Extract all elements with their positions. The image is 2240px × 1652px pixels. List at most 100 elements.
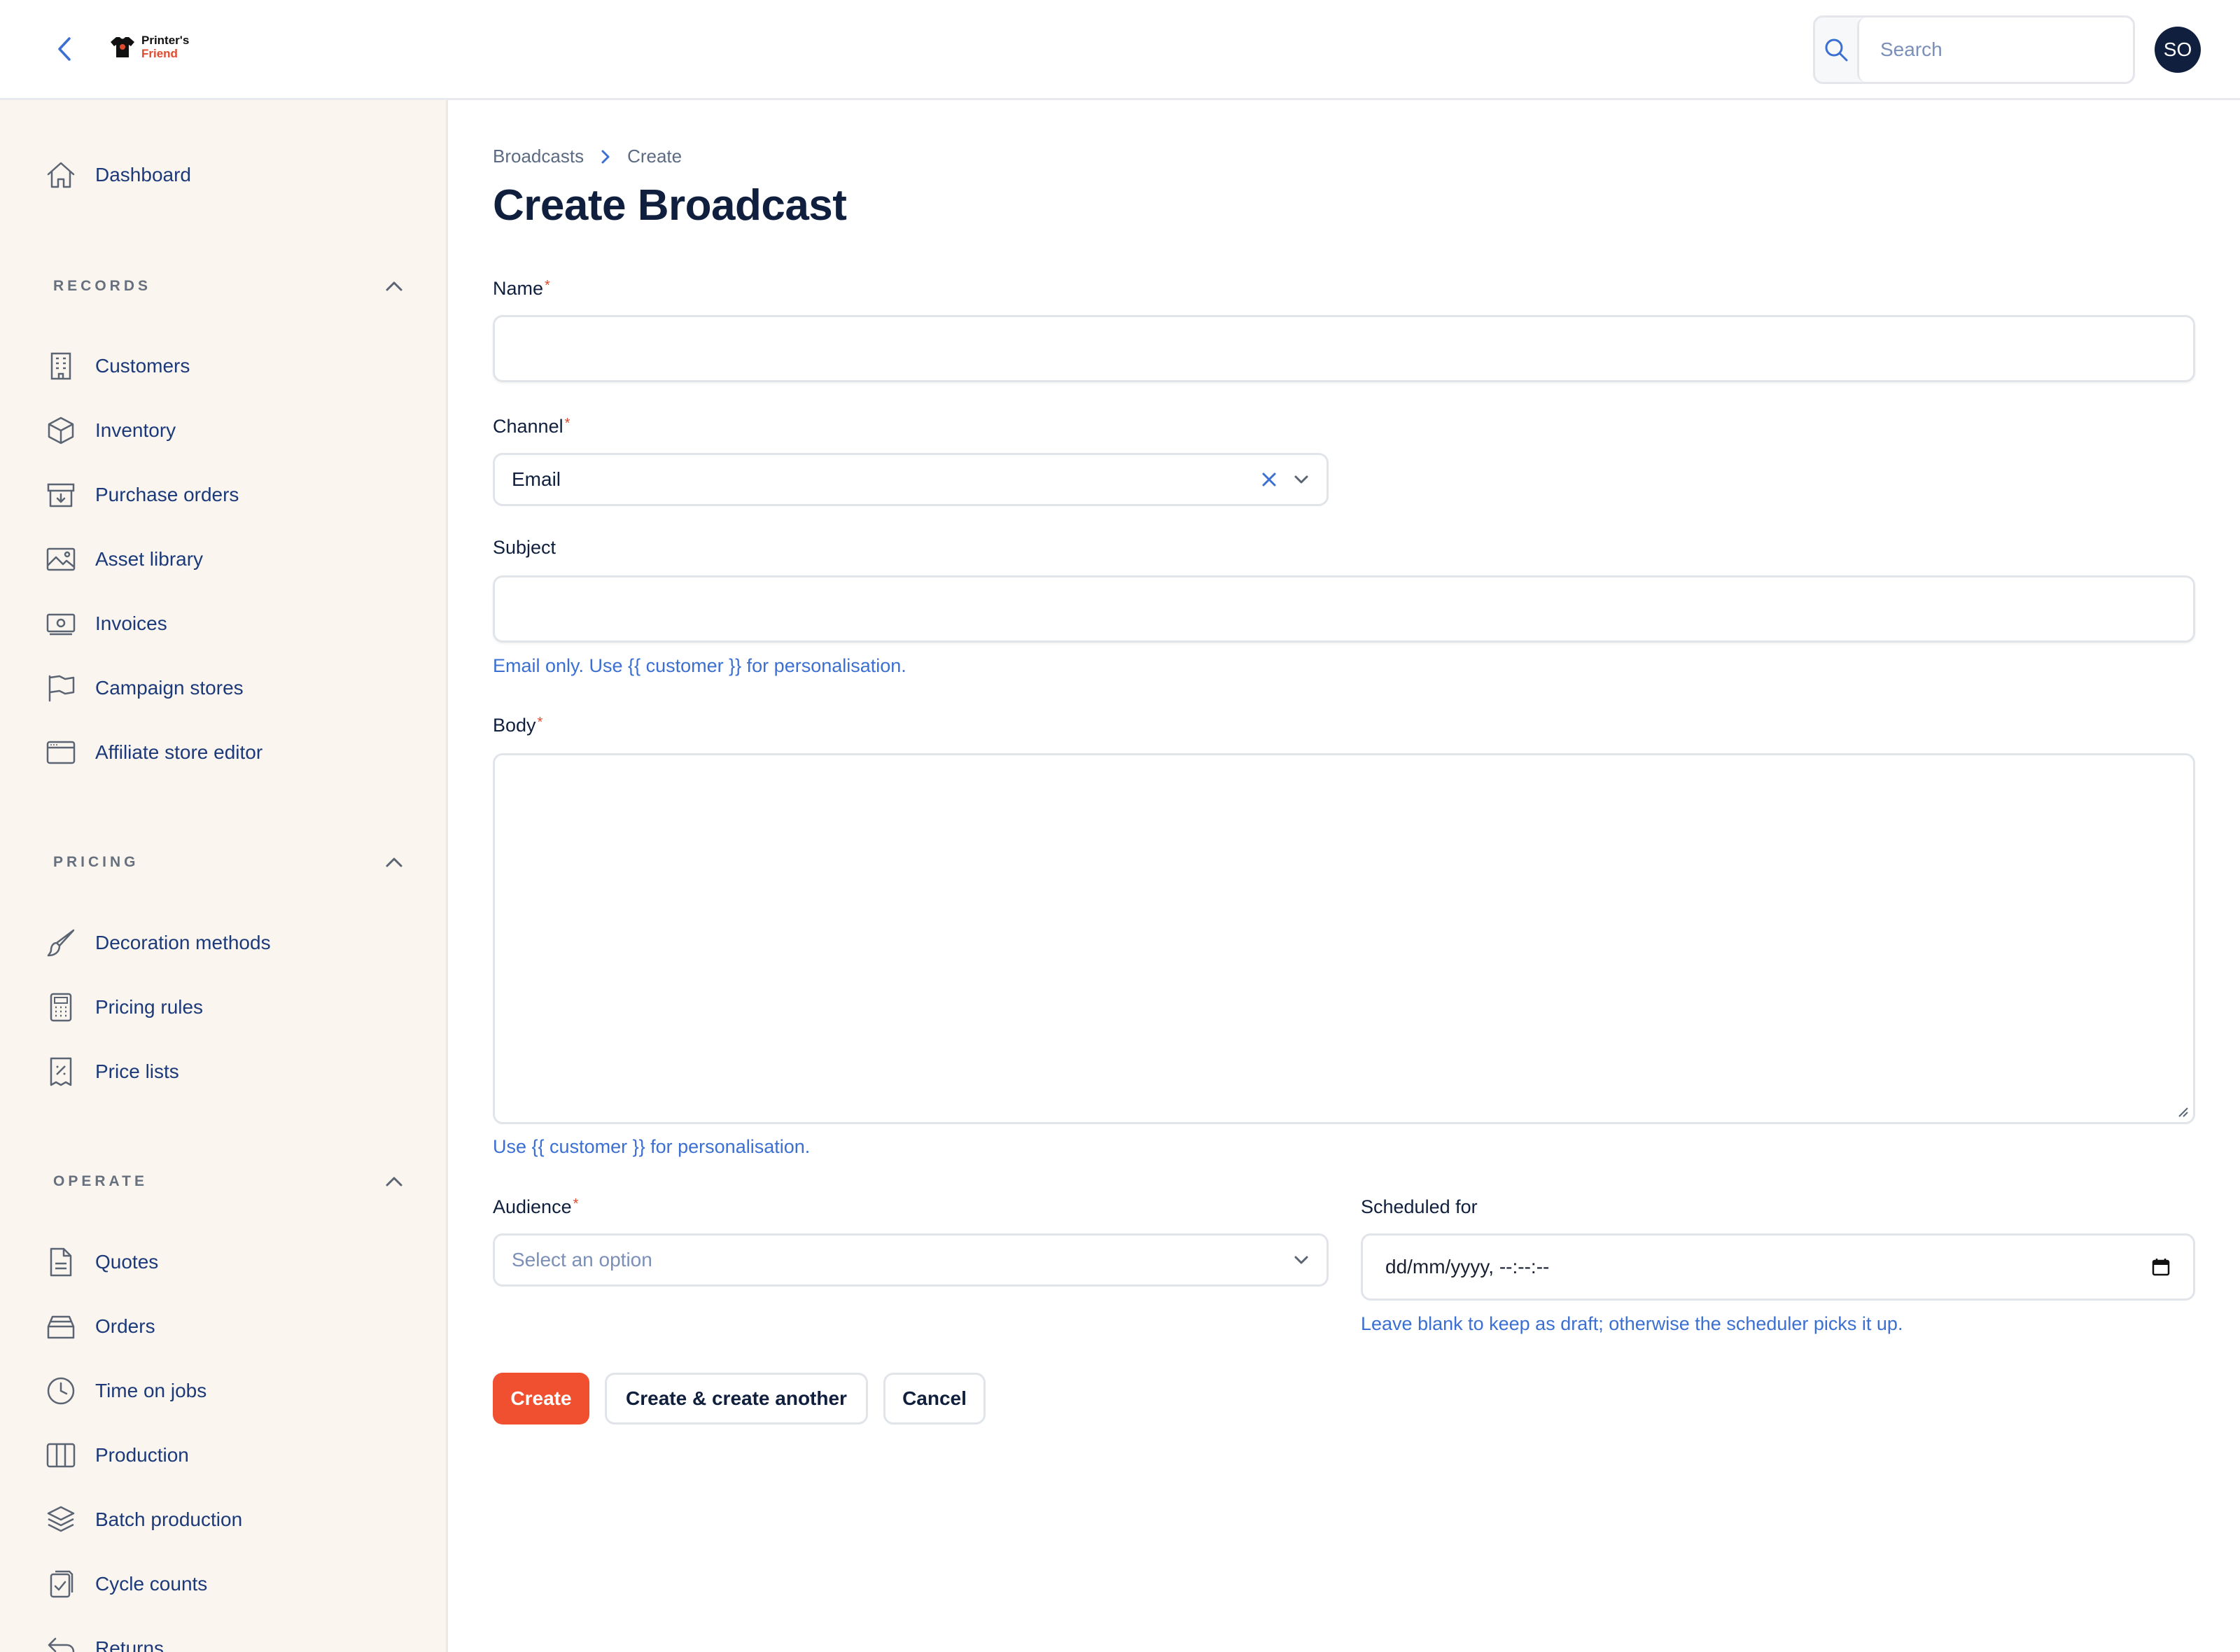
audience-select[interactable]: Select an option (493, 1233, 1329, 1287)
sidebar-item-invoices[interactable]: Invoices (45, 603, 167, 645)
sidebar-item-label: Invoices (95, 612, 167, 634)
name-label: Name * (493, 278, 550, 300)
logo-line-1: Printer's (141, 34, 190, 47)
sidebar-item-label: Returns (95, 1637, 164, 1652)
sidebar-item-label: Purchase orders (95, 484, 239, 505)
chevron-up-icon (386, 1177, 402, 1186)
sidebar-item-quotes[interactable]: Quotes (45, 1241, 158, 1283)
photo-icon (45, 543, 77, 575)
sidebar-item-label: Cycle counts (95, 1573, 208, 1595)
subject-input[interactable] (493, 575, 2195, 643)
window-icon (45, 736, 77, 769)
sidebar-item-pricing-rules[interactable]: Pricing rules (45, 986, 203, 1028)
chevron-up-icon (386, 858, 402, 867)
chevron-right-icon (601, 149, 610, 164)
top-bar: Printer's Friend SO (0, 0, 2240, 100)
body-label: Body * (493, 715, 542, 736)
page-title: Create Broadcast (493, 181, 847, 230)
create-button[interactable]: Create (493, 1373, 589, 1424)
clock-icon (45, 1375, 77, 1407)
app-logo[interactable]: Printer's Friend (109, 34, 189, 60)
channel-label-text: Channel (493, 416, 564, 437)
sidebar-item-label: Affiliate store editor (95, 741, 263, 763)
required-mark: * (545, 278, 550, 293)
sidebar-item-cycle-counts[interactable]: Cycle counts (45, 1563, 207, 1605)
channel-label: Channel * (493, 416, 570, 438)
sidebar-item-time-on-jobs[interactable]: Time on jobs (45, 1370, 206, 1412)
global-search (1813, 15, 2135, 84)
sidebar-item-affiliate-store-editor[interactable]: Affiliate store editor (45, 732, 262, 774)
square-stack-icon (45, 1504, 77, 1536)
nav-group-records[interactable]: RECORDS (53, 278, 403, 295)
cube-icon (45, 414, 77, 447)
body-textarea[interactable] (493, 753, 2195, 1124)
channel-selected-value: Email (512, 468, 561, 490)
sidebar-item-returns[interactable]: Returns (45, 1628, 164, 1652)
nav-group-label: PRICING (53, 854, 139, 870)
paint-brush-icon (45, 927, 77, 959)
sidebar-item-label: Dashboard (95, 164, 191, 186)
nav-group-operate[interactable]: OPERATE (53, 1173, 403, 1190)
sidebar-item-label: Inventory (95, 419, 176, 441)
sidebar-item-asset-library[interactable]: Asset library (45, 538, 203, 580)
sidebar-item-orders[interactable]: Orders (45, 1306, 155, 1348)
clear-icon[interactable] (1261, 471, 1278, 488)
audience-placeholder: Select an option (512, 1249, 652, 1270)
sidebar-item-label: Orders (95, 1315, 155, 1337)
body-hint: Use {{ customer }} for personalisation. (493, 1136, 811, 1157)
scheduled-for-hint: Leave blank to keep as draft; otherwise … (1361, 1313, 1903, 1334)
sidebar-item-label: Customers (95, 355, 190, 377)
cancel-button[interactable]: Cancel (883, 1373, 986, 1424)
sidebar: Dashboard RECORDS Customers Inventory Pu… (0, 100, 448, 1652)
name-input[interactable] (493, 315, 2195, 382)
subject-hint: Email only. Use {{ customer }} for perso… (493, 655, 906, 676)
audience-label-text: Audience (493, 1196, 572, 1217)
back-button[interactable] (49, 34, 80, 64)
breadcrumb-create: Create (627, 146, 682, 167)
sidebar-item-production[interactable]: Production (45, 1434, 189, 1476)
channel-select[interactable]: Email (493, 453, 1329, 506)
sidebar-item-customers[interactable]: Customers (45, 345, 190, 387)
chevron-left-icon (58, 37, 71, 61)
sidebar-item-label: Price lists (95, 1060, 179, 1082)
sidebar-item-label: Time on jobs (95, 1380, 207, 1401)
home-icon (45, 159, 77, 191)
sidebar-item-label: Production (95, 1444, 189, 1466)
tshirt-logo-icon (111, 37, 134, 57)
name-label-text: Name (493, 278, 544, 299)
sidebar-item-dashboard[interactable]: Dashboard (45, 154, 191, 196)
flag-icon (45, 672, 77, 704)
banknotes-icon (45, 608, 77, 640)
chevron-down-icon[interactable] (1293, 474, 1310, 485)
resize-handle-icon[interactable] (2176, 1105, 2189, 1118)
nav-group-pricing[interactable]: PRICING (53, 854, 403, 871)
breadcrumb: Broadcasts Create (493, 146, 682, 167)
required-mark: * (537, 715, 543, 730)
sidebar-item-batch-production[interactable]: Batch production (45, 1499, 242, 1541)
arrow-uturn-left-icon (45, 1632, 77, 1652)
sidebar-item-label: Asset library (95, 548, 204, 570)
body-label-text: Body (493, 715, 536, 736)
user-avatar[interactable]: SO (2155, 27, 2201, 73)
document-icon (45, 1246, 77, 1278)
logo-line-2: Friend (141, 47, 178, 60)
search-input[interactable] (1857, 18, 2133, 82)
sidebar-item-label: Campaign stores (95, 677, 244, 699)
sidebar-item-price-lists[interactable]: Price lists (45, 1051, 179, 1093)
clipboard-check-icon (45, 1568, 77, 1600)
scheduled-for-input[interactable]: dd/mm/yyyy, --:--:-- (1361, 1233, 2195, 1301)
create-another-button[interactable]: Create & create another (605, 1373, 868, 1424)
search-icon[interactable] (1815, 18, 1857, 82)
sidebar-item-purchase-orders[interactable]: Purchase orders (45, 474, 239, 516)
sidebar-item-decoration-methods[interactable]: Decoration methods (45, 922, 271, 964)
sidebar-item-inventory[interactable]: Inventory (45, 410, 176, 451)
sidebar-item-campaign-stores[interactable]: Campaign stores (45, 667, 244, 709)
building-icon (45, 350, 77, 382)
required-mark: * (564, 416, 570, 431)
inbox-stack-icon (45, 1310, 77, 1343)
calendar-icon[interactable] (2151, 1257, 2171, 1277)
chevron-down-icon[interactable] (1293, 1254, 1310, 1266)
breadcrumb-broadcasts[interactable]: Broadcasts (493, 146, 584, 167)
chevron-up-icon (386, 281, 402, 291)
nav-group-label: OPERATE (53, 1173, 148, 1189)
